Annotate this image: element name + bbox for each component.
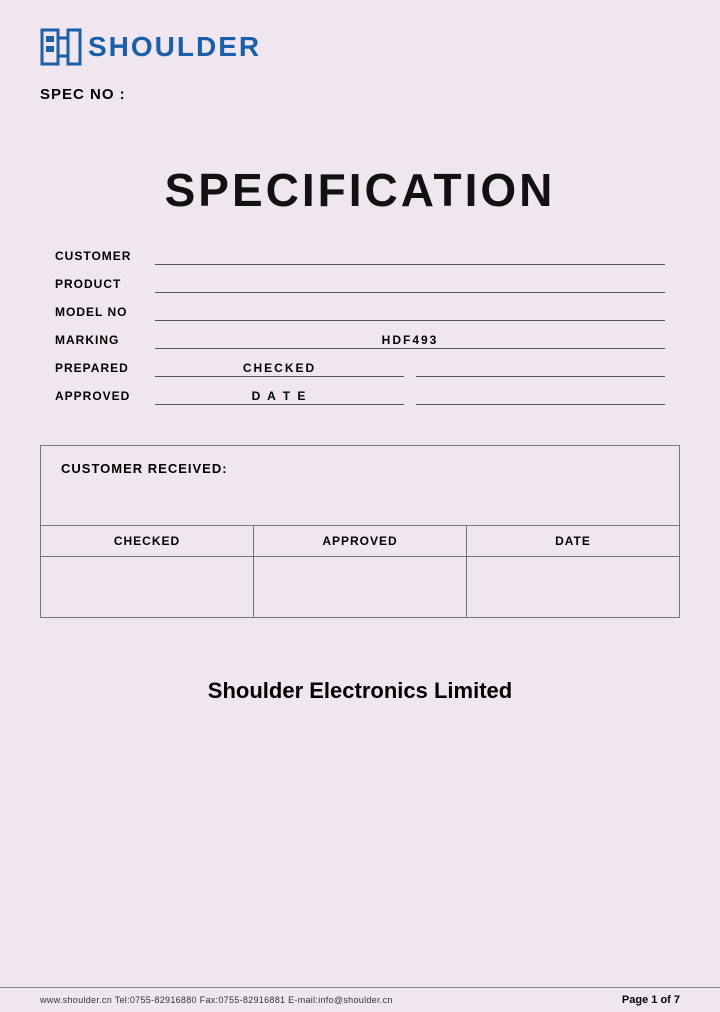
approved-value: D A T E <box>252 389 308 404</box>
product-row: PRODUCT <box>55 275 665 293</box>
header: SHOULDER SPEC NO : <box>0 0 720 113</box>
model-no-row: MODEL NO <box>55 303 665 321</box>
customer-received-label: CUSTOMER RECEIVED: <box>61 461 228 476</box>
marking-value: HDF493 <box>382 333 439 348</box>
marking-value-line: HDF493 <box>155 331 665 349</box>
col-approved-header: APPROVED <box>254 526 467 556</box>
approved-row: APPROVED D A T E <box>55 387 665 405</box>
footer: www.shoulder.cn Tel:0755-82916880 Fax:07… <box>0 987 720 1012</box>
approved-label: APPROVED <box>55 389 155 405</box>
model-no-value-line <box>155 303 665 321</box>
col-checked-header: CHECKED <box>41 526 254 556</box>
prepared-second-line <box>416 359 665 377</box>
checked-data-cell <box>41 557 254 617</box>
approved-second-line <box>416 387 665 405</box>
marking-line: HDF493 <box>155 331 665 349</box>
prepared-row: PREPARED CHECKED <box>55 359 665 377</box>
marking-row: MARKING HDF493 <box>55 331 665 349</box>
logo-icon <box>40 28 82 66</box>
product-value-line <box>155 275 665 293</box>
marking-label: MARKING <box>55 333 155 349</box>
table-data-row <box>41 557 679 617</box>
product-label: PRODUCT <box>55 277 155 293</box>
prepared-label: PREPARED <box>55 361 155 377</box>
table-header-row: CHECKED APPROVED DATE <box>41 526 679 557</box>
prepared-value: CHECKED <box>243 361 316 376</box>
approved-value-line: D A T E <box>155 387 404 405</box>
approved-data-cell <box>254 557 467 617</box>
info-section: CUSTOMER PRODUCT MODEL NO MARKING HDF49 <box>0 247 720 415</box>
col-date-header: DATE <box>467 526 679 556</box>
box-section: CUSTOMER RECEIVED: CHECKED APPROVED DATE <box>40 445 680 618</box>
spec-no-label: SPEC NO : <box>40 86 680 103</box>
main-title: SPECIFICATION <box>40 163 680 217</box>
customer-label: CUSTOMER <box>55 249 155 265</box>
company-name: Shoulder Electronics Limited <box>0 648 720 719</box>
footer-page: Page 1 of 7 <box>622 994 680 1006</box>
date-data-cell <box>467 557 679 617</box>
customer-line <box>155 247 665 265</box>
customer-row: CUSTOMER <box>55 247 665 265</box>
model-no-line <box>155 303 665 321</box>
page: SHOULDER SPEC NO : SPECIFICATION CUSTOME… <box>0 0 720 1012</box>
product-line <box>155 275 665 293</box>
logo-area: SHOULDER <box>40 28 680 66</box>
customer-received-row: CUSTOMER RECEIVED: <box>41 446 679 526</box>
title-section: SPECIFICATION <box>0 113 720 247</box>
customer-value-line <box>155 247 665 265</box>
model-no-label: MODEL NO <box>55 305 155 321</box>
logo-text: SHOULDER <box>88 31 261 63</box>
prepared-fields: CHECKED <box>155 359 665 377</box>
footer-contact: www.shoulder.cn Tel:0755-82916880 Fax:07… <box>40 995 393 1005</box>
prepared-value-line: CHECKED <box>155 359 404 377</box>
approved-fields: D A T E <box>155 387 665 405</box>
